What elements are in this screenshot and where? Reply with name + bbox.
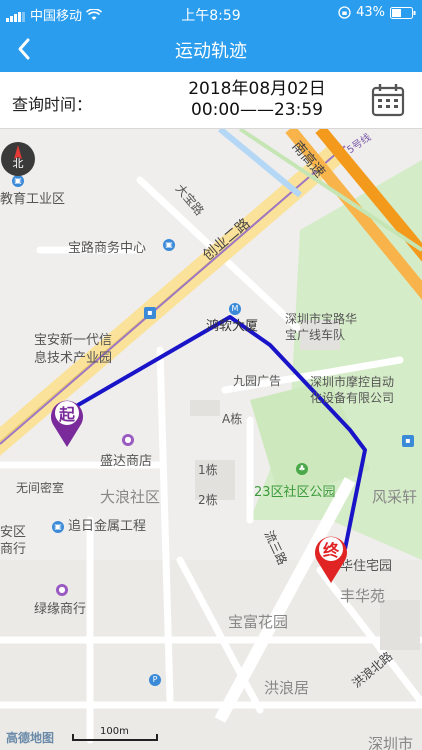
map-label-baolu: 宝路商务中心 <box>68 241 147 256</box>
map-label-haoteng: 鸿软大厦 <box>206 319 259 334</box>
park-poi-icon: ♣ <box>296 463 308 475</box>
map-label-baofu: 宝富花园 <box>228 613 289 631</box>
building-poi-icon: ▣ <box>163 239 175 251</box>
map-label-szbh-2: 宝广线车队 <box>285 328 346 342</box>
map-label-a-dong: A栋 <box>222 412 243 426</box>
end-marker[interactable]: 终 <box>312 532 350 584</box>
start-marker-label: 起 <box>58 405 75 424</box>
map-label-dalang: 大浪社区 <box>100 488 161 506</box>
map-label-dong-1: 1栋 <box>198 463 218 477</box>
map-label-zhuiri: 追日金属工程 <box>68 519 147 534</box>
status-bar: 中国移动 上午8:59 43% <box>0 0 422 26</box>
parking-poi-icon: P <box>149 674 161 686</box>
map-label-lvyuan: 绿缘商行 <box>34 602 87 617</box>
start-marker[interactable]: 起 <box>48 396 86 448</box>
compass-label: 北 <box>13 157 24 170</box>
map-label-szmk-2: 化设备有限公司 <box>310 391 395 405</box>
date-range-display[interactable]: 2018年08月02日 00:00——23:59 <box>147 72 367 129</box>
nav-bar: 运动轨迹 <box>0 26 422 72</box>
map-label-wuxian: 无间密室 <box>16 481 65 495</box>
map-label-shanghang: 商行 <box>0 542 27 557</box>
metro-poi-icon: M <box>229 303 241 315</box>
calendar-button[interactable] <box>370 82 406 118</box>
map-label-hongjiang: 洪浪居 <box>264 679 310 697</box>
map-label-shenzhen-bottom: 深圳市 <box>368 735 414 750</box>
map-label-jiuyuan: 九园广告 <box>233 374 282 388</box>
query-time-range: 00:00——23:59 <box>191 100 323 120</box>
map-label-baoan-1: 宝安新一代信 <box>34 333 113 348</box>
end-marker-label: 终 <box>322 541 339 560</box>
map-label-shengda: 盛达商店 <box>100 454 153 469</box>
map-label-gongyuan: 23区社区公园 <box>254 485 336 500</box>
shopping-poi-icon: ● <box>56 584 68 596</box>
calendar-icon <box>371 84 405 117</box>
shopping-poi-icon: ● <box>122 434 134 446</box>
map-label-szmk-1: 深圳市摩控自动 <box>310 375 395 389</box>
map-label-szbh-1: 深圳市宝路华 <box>285 312 358 326</box>
query-bar: 查询时间： 2018年08月02日 00:00——23:59 <box>0 72 422 129</box>
map-label-jiaoyu: 教育工业区 <box>0 192 66 207</box>
app-screen: 中国移动 上午8:59 43% 运动轨迹 查询时间： 2018年08月02日 0… <box>0 0 422 750</box>
battery-percent: 43% <box>356 5 385 20</box>
compass-icon[interactable]: 北 <box>0 141 36 177</box>
map-view[interactable]: 教育工业区 宝路商务中心 宝安新一代信 息技术产业园 无间密室 安区 商行 盛达… <box>0 129 422 750</box>
bus-stop-icon: ▪ <box>402 435 414 447</box>
page-title: 运动轨迹 <box>175 41 247 62</box>
query-time-label: 查询时间： <box>12 95 93 114</box>
map-label-fengcai: 风采轩 <box>372 488 418 506</box>
map-label-fenghua: 丰华苑 <box>340 587 386 605</box>
query-date: 2018年08月02日 <box>188 79 326 99</box>
battery-icon <box>390 6 416 19</box>
shopping-poi-icon: ▣ <box>52 521 64 533</box>
map-scale: 100m <box>72 726 158 742</box>
amap-logo: 高德地图 <box>6 731 55 745</box>
bus-stop-icon: ▪ <box>144 307 156 319</box>
map-label-baoan-2: 息技术产业园 <box>34 351 113 366</box>
rotation-lock-icon <box>338 6 351 19</box>
map-label-dong-2: 2栋 <box>198 493 218 507</box>
